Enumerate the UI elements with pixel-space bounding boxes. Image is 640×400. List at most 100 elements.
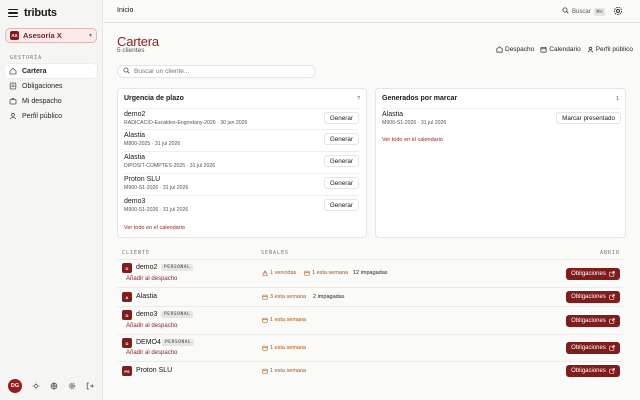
generate-button[interactable]: Generar bbox=[323, 155, 359, 167]
calendar-link[interactable]: Ver todo en el calendario bbox=[124, 225, 185, 231]
client-name[interactable]: demo3 bbox=[136, 311, 157, 318]
sidebar-item-label: Cartera bbox=[22, 67, 47, 75]
deadline-client: Alastia bbox=[124, 132, 146, 139]
deadline-client: demo2 bbox=[124, 111, 146, 118]
client-badge: D bbox=[122, 310, 132, 320]
briefcase-icon bbox=[9, 97, 17, 105]
pending-card-title: Generados por marcar bbox=[382, 95, 458, 102]
signal-this-week: 1 esta semana bbox=[262, 317, 306, 323]
user-icon bbox=[9, 112, 17, 120]
chevron-down-icon: ▾ bbox=[88, 33, 92, 39]
search-shortcut: ⌘K bbox=[593, 7, 606, 16]
add-to-office-link[interactable]: Añadir al despacho bbox=[126, 276, 177, 282]
pending-card: Generados por marcar 1 Alastia M900-S1-2… bbox=[375, 88, 626, 238]
client-badge: PS bbox=[122, 366, 132, 376]
column-open: ABRIR bbox=[599, 250, 620, 256]
generate-button[interactable]: Generar bbox=[323, 133, 359, 145]
pending-row: Alastia M900-S1-2026 · 31 jul 2026 Marca… bbox=[382, 108, 621, 128]
obligations-button[interactable]: Obligaciones bbox=[566, 315, 620, 327]
sidebar-nav: Cartera Obligaciones Mi despacho Perfil … bbox=[5, 64, 97, 124]
avatar[interactable]: DG bbox=[8, 379, 22, 393]
sun-icon[interactable] bbox=[31, 382, 40, 391]
sidebar-item-label: Perfil público bbox=[22, 112, 63, 120]
calendar-link[interactable]: Ver todo en el calendario bbox=[382, 137, 443, 143]
settings-icon[interactable] bbox=[613, 6, 623, 16]
globe-icon[interactable] bbox=[49, 382, 58, 391]
client-search[interactable] bbox=[117, 65, 316, 78]
table-row: D DEMO4 PERSONAL Añadir al despacho 1 es… bbox=[117, 334, 623, 361]
search-placeholder: Buscar bbox=[572, 8, 591, 15]
deadline-row: Alastia DIPOSIT-COMPTES-2025 · 31 jul 20… bbox=[124, 151, 359, 171]
deadline-row: Alastia M800-2025 · 31 jul 2026 Generar bbox=[124, 129, 359, 149]
menu-icon[interactable] bbox=[8, 9, 18, 17]
signal-overdue: 1 vencidas bbox=[262, 270, 296, 276]
signal-text: 1 esta semana bbox=[270, 345, 307, 351]
calendario-link[interactable]: Calendario bbox=[540, 46, 581, 53]
client-name[interactable]: DEMO4 bbox=[136, 339, 161, 346]
column-signals: SEÑALES bbox=[261, 250, 290, 256]
sidebar-item-obligaciones[interactable]: Obligaciones bbox=[5, 79, 97, 93]
sidebar: tributs AX Asesoría X ▾ GESTORÍA Cartera… bbox=[0, 0, 103, 400]
calendar-icon bbox=[262, 368, 268, 374]
personal-tag: PERSONAL bbox=[161, 264, 194, 271]
signal-this-week: 3 esta semana bbox=[262, 294, 306, 300]
calendario-label: Calendario bbox=[549, 46, 581, 53]
perfil-publico-link[interactable]: Perfil público bbox=[587, 46, 633, 53]
deadline-card: Urgencia de plazo ? demo2 RADICACIO-Esca… bbox=[117, 88, 367, 238]
client-name[interactable]: Alastia bbox=[136, 293, 157, 300]
sidebar-item-label: Obligaciones bbox=[22, 82, 63, 90]
global-search[interactable]: Buscar ⌘K bbox=[562, 5, 606, 18]
client-name[interactable]: Proton SLU bbox=[136, 367, 172, 374]
mark-presented-button[interactable]: Marcar presentado bbox=[556, 112, 621, 124]
signal-this-week: 1 esta semana bbox=[262, 368, 306, 374]
quick-links: Despacho Calendario Perfil público bbox=[496, 46, 633, 53]
despacho-link[interactable]: Despacho bbox=[496, 46, 534, 53]
signal-text: 3 esta semana bbox=[270, 294, 307, 300]
deadline-meta: RADICACIO-Escaldes-Engordany-2026 · 30 j… bbox=[124, 120, 248, 126]
deadline-row: Proton SLU M900-S1-2026 · 31 jul 2026 Ge… bbox=[124, 173, 359, 193]
generate-button[interactable]: Generar bbox=[323, 177, 359, 189]
external-link-icon bbox=[609, 318, 615, 324]
user-icon bbox=[587, 46, 593, 53]
deadline-meta: M900-S1-2026 · 31 jul 2026 bbox=[124, 185, 189, 191]
client-search-input[interactable] bbox=[134, 68, 304, 75]
sidebar-item-cartera[interactable]: Cartera bbox=[5, 64, 97, 78]
gear-icon[interactable] bbox=[67, 382, 76, 391]
column-client: CLIENTE bbox=[122, 250, 151, 256]
obligations-button[interactable]: Obligaciones bbox=[566, 342, 620, 354]
table-row: D demo3 PERSONAL Añadir al despacho 1 es… bbox=[117, 306, 623, 334]
sidebar-item-perfil-publico[interactable]: Perfil público bbox=[5, 109, 97, 123]
obligations-button[interactable]: Obligaciones bbox=[566, 365, 620, 377]
obligations-button[interactable]: Obligaciones bbox=[566, 268, 620, 280]
warning-icon bbox=[262, 270, 268, 276]
deadline-client: Proton SLU bbox=[124, 176, 161, 183]
sidebar-item-mi-despacho[interactable]: Mi despacho bbox=[5, 94, 97, 108]
org-selector[interactable]: AX Asesoría X ▾ bbox=[5, 28, 97, 43]
calendar-icon bbox=[262, 317, 268, 323]
sidebar-section-label: GESTORÍA bbox=[10, 55, 43, 61]
breadcrumb[interactable]: Inicio bbox=[117, 7, 133, 14]
obligations-label: Obligaciones bbox=[571, 271, 606, 277]
perfil-label: Perfil público bbox=[595, 46, 633, 53]
table-row: D demo2 PERSONAL Añadir al despacho 1 ve… bbox=[117, 259, 623, 287]
generate-button[interactable]: Generar bbox=[323, 112, 359, 124]
obligations-button[interactable]: Obligaciones bbox=[566, 291, 620, 303]
sidebar-item-label: Mi despacho bbox=[22, 97, 62, 105]
table-row: PS Proton SLU 1 esta semana Obligaciones bbox=[117, 361, 623, 380]
add-to-office-link[interactable]: Añadir al despacho bbox=[126, 323, 177, 329]
calendar-icon bbox=[262, 294, 268, 300]
obligations-label: Obligaciones bbox=[571, 294, 606, 300]
generate-button[interactable]: Generar bbox=[323, 199, 359, 211]
signal-text: 1 vencidas bbox=[270, 270, 297, 276]
client-name[interactable]: demo2 bbox=[136, 264, 157, 271]
calendar-icon bbox=[262, 345, 268, 351]
logout-icon[interactable] bbox=[85, 382, 94, 391]
deadline-meta: M800-2025 · 31 jul 2026 bbox=[124, 141, 181, 147]
search-icon bbox=[562, 7, 569, 16]
home-icon bbox=[9, 67, 17, 75]
external-link-icon bbox=[609, 294, 615, 300]
add-to-office-link[interactable]: Añadir al despacho bbox=[126, 350, 177, 356]
personal-tag: PERSONAL bbox=[161, 311, 194, 318]
search-icon bbox=[123, 67, 130, 76]
external-link-icon bbox=[609, 271, 615, 277]
